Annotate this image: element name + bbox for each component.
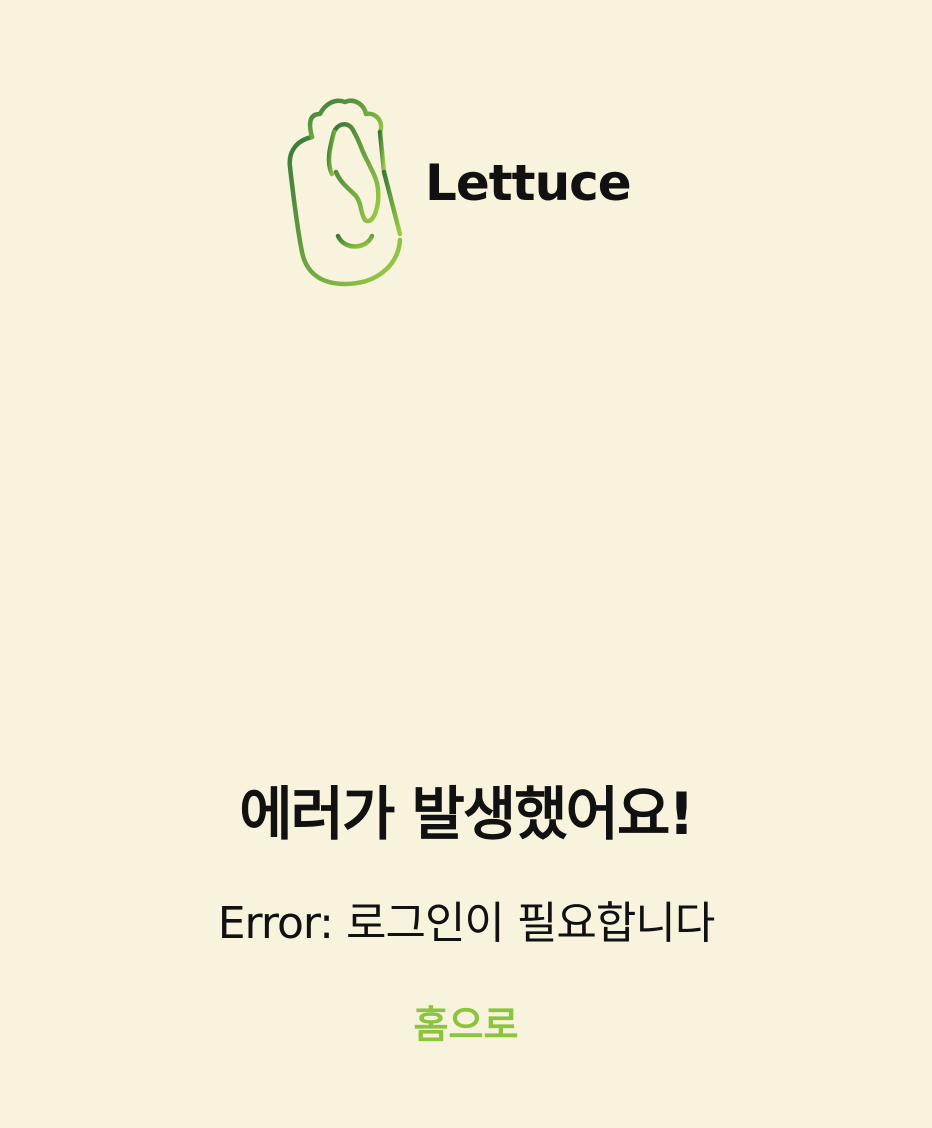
home-link[interactable]: 홈으로 <box>0 1003 932 1049</box>
error-title: 에러가 발생했어요! <box>239 780 695 848</box>
lettuce-mascot-icon <box>287 98 403 287</box>
logo: Lettuce <box>280 92 680 292</box>
error-message: Error: 로그인이 필요합니다 <box>217 898 716 949</box>
logo-wordmark: Lettuce <box>425 154 632 212</box>
